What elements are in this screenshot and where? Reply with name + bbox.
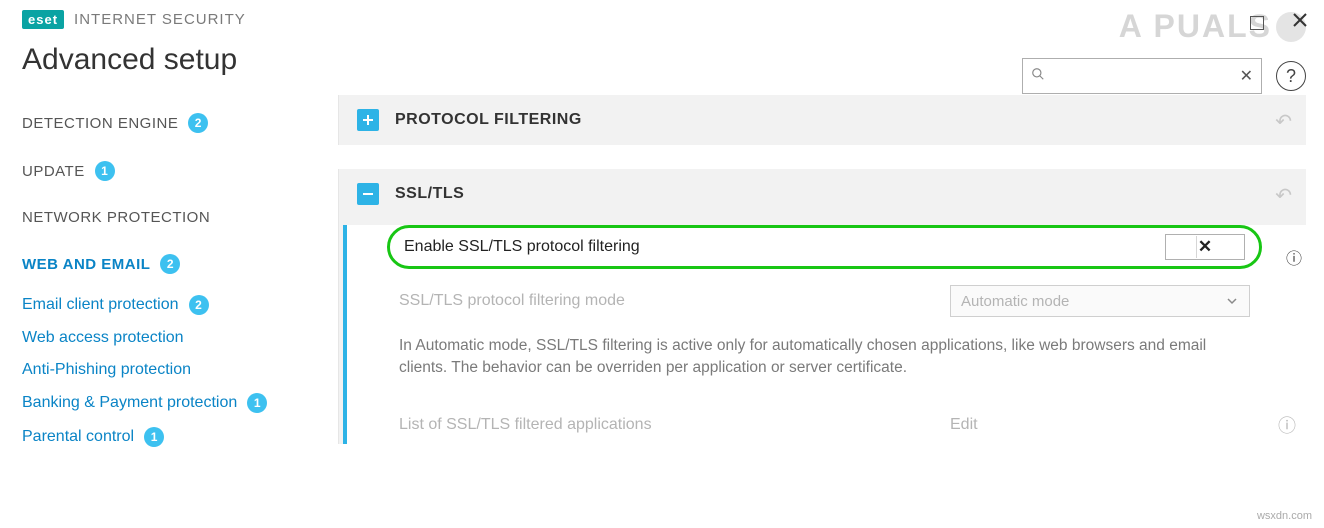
- sidebar-sub-label: Web access protection: [22, 329, 184, 347]
- toolbar-right: ✕ ?: [1022, 58, 1306, 94]
- enable-ssl-toggle[interactable]: ✕: [1165, 234, 1245, 260]
- ssl-mode-description: In Automatic mode, SSL/TLS filtering is …: [347, 327, 1306, 406]
- sidebar-item-network-protection[interactable]: NETWORK PROTECTION: [22, 195, 316, 240]
- edit-link[interactable]: Edit: [950, 416, 1250, 434]
- sidebar-item-label: UPDATE: [22, 163, 85, 180]
- section-protocol-filtering: PROTOCOL FILTERING ↶: [338, 95, 1306, 145]
- sidebar-sub-label: Parental control: [22, 428, 134, 446]
- sidebar-item-label: NETWORK PROTECTION: [22, 209, 210, 226]
- revert-icon[interactable]: ↶: [1275, 109, 1292, 134]
- ssl-filtered-apps-row: List of SSL/TLS filtered applications Ed…: [347, 406, 1306, 444]
- window-controls: [1250, 12, 1308, 33]
- sidebar-item-detection-engine[interactable]: DETECTION ENGINE 2: [22, 99, 316, 147]
- close-icon[interactable]: [1292, 12, 1308, 33]
- ssl-mode-value: Automatic mode: [961, 293, 1069, 310]
- enable-ssl-label: Enable SSL/TLS protocol filtering: [404, 238, 640, 256]
- ssl-mode-label: SSL/TLS protocol filtering mode: [399, 292, 625, 310]
- sidebar-item-label: WEB AND EMAIL: [22, 256, 150, 273]
- collapse-icon[interactable]: [357, 183, 379, 205]
- brand-logo: eset: [22, 10, 64, 29]
- product-name: INTERNET SECURITY: [74, 11, 246, 28]
- sidebar-sub-anti-phishing[interactable]: Anti-Phishing protection: [22, 354, 316, 386]
- chevron-down-icon: [1225, 294, 1239, 308]
- main-panel: PROTOCOL FILTERING ↶ SSL/TLS ↶ Enable SS…: [338, 95, 1324, 468]
- sidebar-badge: 2: [160, 254, 180, 274]
- info-icon[interactable]: ⓘ: [1286, 245, 1302, 269]
- section-ssl-tls: SSL/TLS ↶ Enable SSL/TLS protocol filter…: [338, 169, 1306, 444]
- sidebar-badge: 1: [247, 393, 267, 413]
- sidebar-item-update[interactable]: UPDATE 1: [22, 147, 316, 195]
- sidebar-sub-banking-payment[interactable]: Banking & Payment protection 1: [22, 386, 316, 420]
- ssl-mode-row: SSL/TLS protocol filtering mode Automati…: [347, 275, 1306, 327]
- sidebar-badge: 2: [188, 113, 208, 133]
- search-clear-icon[interactable]: ✕: [1240, 66, 1253, 86]
- sidebar: DETECTION ENGINE 2 UPDATE 1 NETWORK PROT…: [0, 95, 338, 454]
- app-header: eset INTERNET SECURITY: [0, 0, 1324, 29]
- toggle-state-icon: ✕: [1198, 237, 1212, 257]
- sidebar-badge: 1: [95, 161, 115, 181]
- section-header-protocol[interactable]: PROTOCOL FILTERING: [339, 95, 1306, 145]
- section-header-ssl[interactable]: SSL/TLS: [339, 169, 1306, 219]
- search-icon: [1031, 67, 1045, 85]
- sidebar-sub-web-access-protection[interactable]: Web access protection: [22, 322, 316, 354]
- sidebar-badge: 1: [144, 427, 164, 447]
- section-title: SSL/TLS: [395, 185, 464, 203]
- ssl-mode-select[interactable]: Automatic mode: [950, 285, 1250, 317]
- sidebar-item-web-and-email[interactable]: WEB AND EMAIL 2: [22, 240, 316, 288]
- sidebar-sub-label: Anti-Phishing protection: [22, 361, 191, 379]
- toggle-knob: [1167, 236, 1197, 258]
- sidebar-subitems: Email client protection 2 Web access pro…: [22, 288, 316, 454]
- ssl-filtered-apps-label: List of SSL/TLS filtered applications: [399, 416, 652, 434]
- sidebar-sub-label: Email client protection: [22, 296, 179, 314]
- search-input[interactable]: [1051, 68, 1240, 84]
- info-icon[interactable]: ⓘ: [1278, 412, 1296, 438]
- sidebar-item-label: DETECTION ENGINE: [22, 115, 178, 132]
- section-title: PROTOCOL FILTERING: [395, 111, 582, 129]
- enable-ssl-row: Enable SSL/TLS protocol filtering ✕: [387, 225, 1262, 269]
- revert-icon[interactable]: ↶: [1275, 183, 1292, 208]
- expand-icon[interactable]: [357, 109, 379, 131]
- maximize-icon[interactable]: [1250, 16, 1264, 30]
- source-note: wsxdn.com: [1257, 510, 1312, 522]
- sidebar-sub-email-client-protection[interactable]: Email client protection 2: [22, 288, 316, 322]
- sidebar-sub-label: Banking & Payment protection: [22, 394, 237, 412]
- sidebar-badge: 2: [189, 295, 209, 315]
- help-button[interactable]: ?: [1276, 61, 1306, 91]
- section-body-ssl: Enable SSL/TLS protocol filtering ✕ ⓘ SS…: [343, 225, 1306, 444]
- sidebar-sub-parental-control[interactable]: Parental control 1: [22, 420, 316, 454]
- search-box[interactable]: ✕: [1022, 58, 1262, 94]
